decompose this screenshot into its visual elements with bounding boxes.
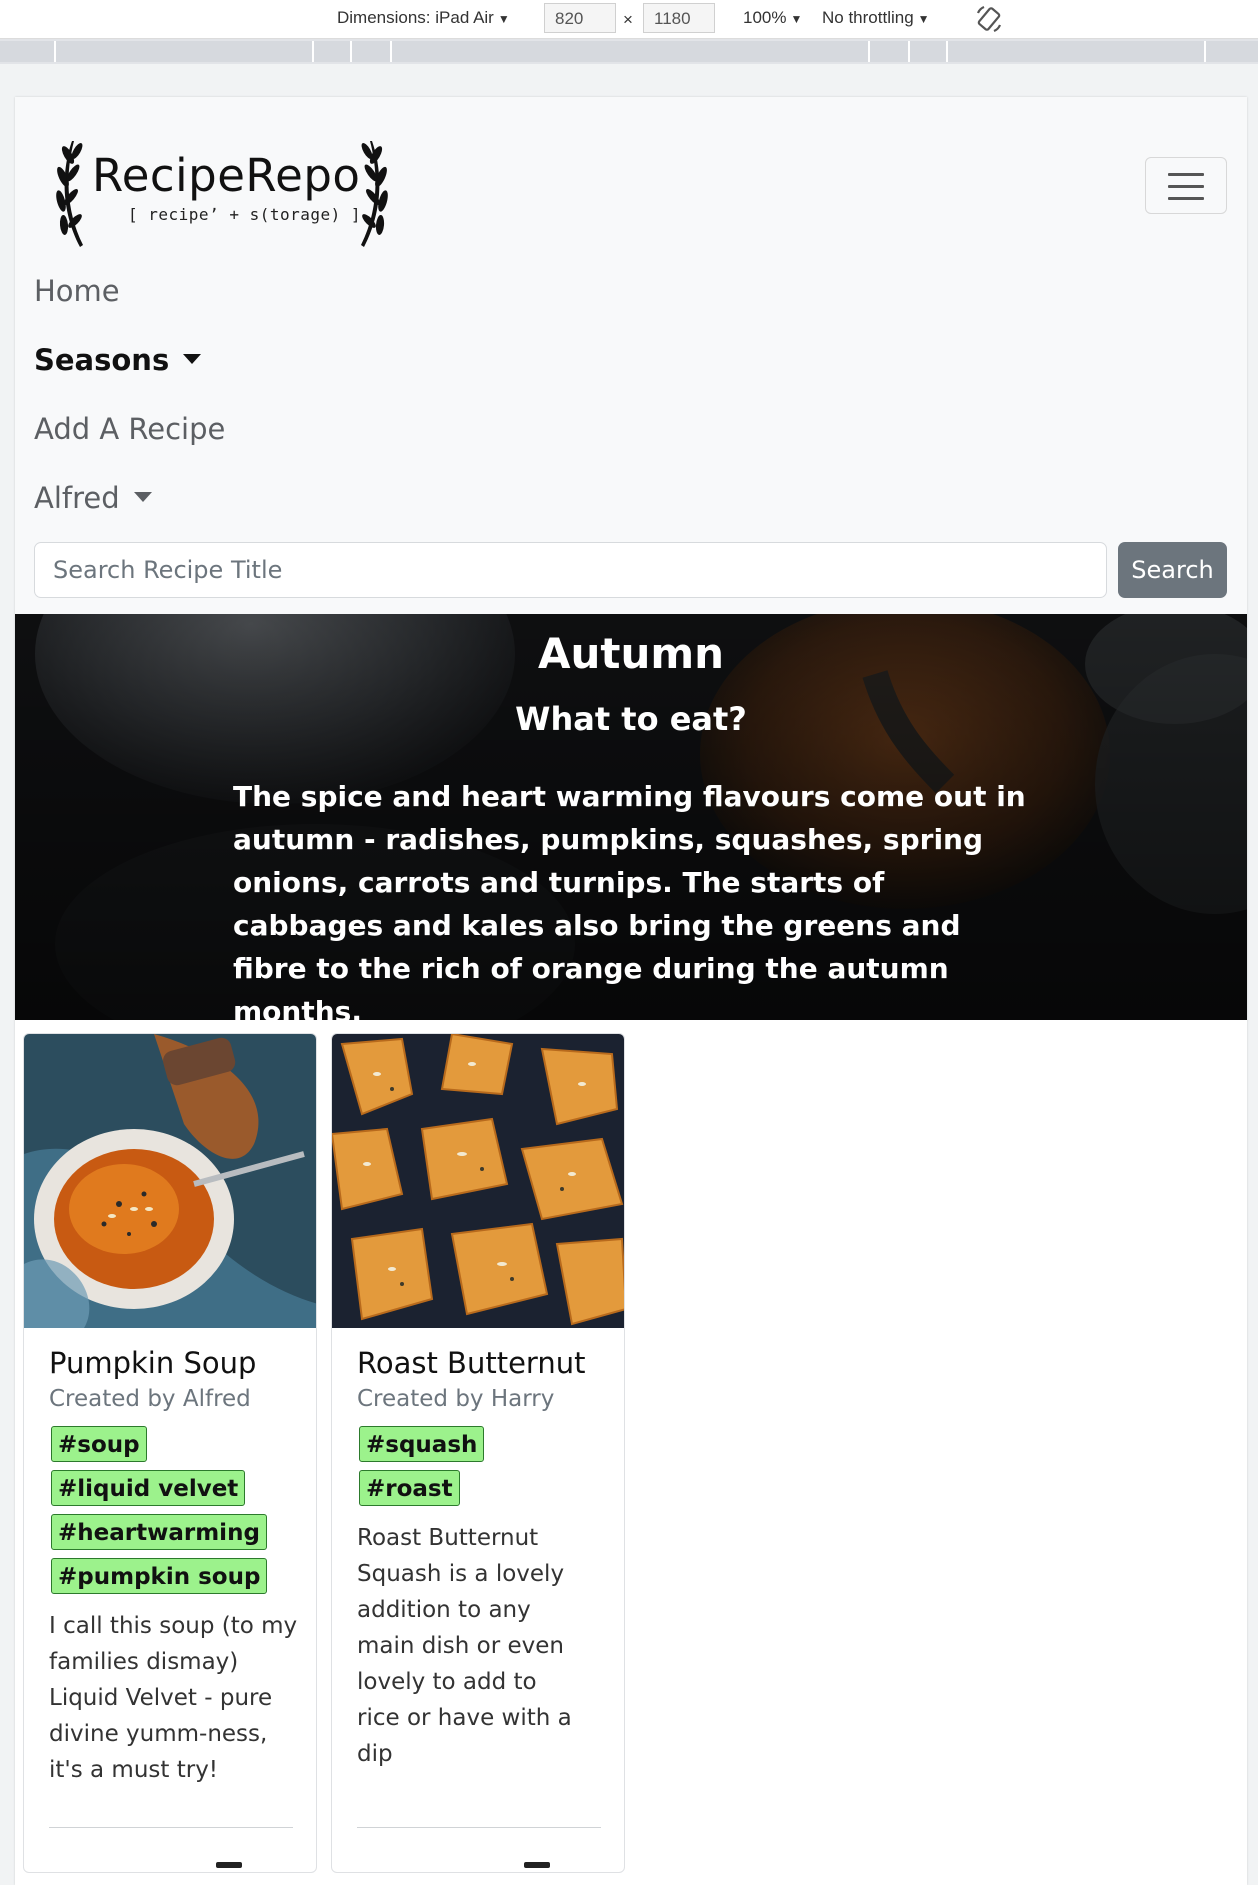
ruler-tick — [908, 41, 910, 62]
season-hero: Autumn What to eat? The spice and heart … — [15, 614, 1247, 1020]
recipe-card[interactable]: Pumpkin Soup Created by Alfred #soup #li… — [23, 1033, 317, 1873]
recipe-image[interactable] — [332, 1034, 625, 1328]
card-action-icon[interactable] — [524, 1862, 550, 1868]
recipe-description: I call this soup (to my families dismay)… — [49, 1613, 298, 1783]
nav-label: Add A Recipe — [34, 412, 226, 446]
dimension-separator: × — [623, 10, 633, 29]
recipe-description: Roast Butternut Squash is a lovely addit… — [357, 1525, 572, 1767]
card-divider — [49, 1827, 293, 1828]
season-subtitle: What to eat? — [515, 700, 747, 738]
zoom-label: 100% — [743, 8, 787, 27]
nav-label: Home — [34, 274, 120, 308]
recipe-card[interactable]: Roast Butternut Created by Harry #squash… — [331, 1033, 625, 1873]
height-input[interactable]: 1180 — [643, 3, 715, 33]
search-button[interactable]: Search — [1118, 542, 1227, 598]
throttling-label: No throttling — [822, 8, 914, 27]
tag-badge[interactable]: #heartwarming — [51, 1514, 267, 1550]
dimensions-dropdown[interactable]: Dimensions: iPad Air ▼ — [337, 8, 510, 28]
nav-link-home[interactable]: Home — [15, 257, 1247, 326]
caret-down-icon: ▼ — [790, 12, 803, 26]
brand-title[interactable]: RecipeRepo — [92, 149, 360, 202]
recipe-author: Created by Harry — [357, 1386, 555, 1412]
caret-down-icon — [133, 492, 152, 502]
tag-badge[interactable]: #pumpkin soup — [51, 1558, 268, 1594]
nav-link-user-menu[interactable]: Alfred — [15, 464, 1247, 533]
recipe-author: Created by Alfred — [49, 1386, 251, 1412]
width-input[interactable]: 820 — [544, 3, 616, 33]
page-viewport: RecipeRepo [ recipeʼ + s(torage) ] Home … — [15, 97, 1247, 1885]
brand-area: RecipeRepo [ recipeʼ + s(torage) ] — [15, 97, 1247, 257]
season-description: The spice and heart warming flavours com… — [233, 780, 1026, 1020]
card-body: Roast Butternut Created by Harry #squash… — [357, 1344, 607, 1772]
search-form: Search — [15, 542, 1247, 602]
nav-link-add-recipe[interactable]: Add A Recipe — [15, 395, 1247, 464]
ruler-tick — [946, 41, 948, 62]
card-divider — [357, 1827, 601, 1828]
zoom-dropdown[interactable]: 100% ▼ — [743, 8, 802, 28]
ruler-track — [0, 41, 1258, 62]
tag-list: #soup #liquid velvet #heartwarming #pump… — [49, 1426, 279, 1602]
devtools-toolbar: Dimensions: iPad Air ▼ 820 × 1180 100% ▼ N… — [0, 0, 1258, 39]
media-query-ruler — [0, 39, 1258, 64]
recipe-title[interactable]: Pumpkin Soup — [49, 1344, 299, 1382]
recipe-card-grid: Pumpkin Soup Created by Alfred #soup #li… — [15, 1020, 1247, 1873]
ruler-tick — [390, 41, 392, 62]
hamburger-line — [1168, 173, 1204, 176]
ruler-tick — [312, 41, 314, 62]
caret-down-icon: ▼ — [497, 12, 510, 26]
dimensions-label: Dimensions: iPad Air — [337, 8, 494, 27]
caret-down-icon: ▼ — [917, 12, 930, 26]
navbar: RecipeRepo [ recipeʼ + s(torage) ] Home … — [15, 97, 1247, 614]
recipe-image[interactable] — [24, 1034, 317, 1328]
hamburger-line — [1168, 185, 1204, 188]
ruler-tick — [1204, 41, 1206, 62]
ruler-tick — [868, 41, 870, 62]
rotate-icon[interactable] — [974, 4, 1004, 34]
tag-badge[interactable]: #liquid velvet — [51, 1470, 246, 1506]
navbar-toggler-button[interactable] — [1145, 157, 1227, 214]
recipe-title[interactable]: Roast Butternut — [357, 1344, 607, 1382]
nav-label: Alfred — [34, 481, 120, 515]
ruler-tick — [54, 41, 56, 62]
hamburger-line — [1168, 197, 1204, 200]
tag-badge[interactable]: #squash — [359, 1426, 485, 1462]
card-body: Pumpkin Soup Created by Alfred #soup #li… — [49, 1344, 299, 1788]
caret-down-icon — [183, 354, 202, 364]
card-action-icon[interactable] — [216, 1862, 242, 1868]
nav-label: Seasons — [34, 343, 170, 377]
brand-subtitle: [ recipeʼ + s(torage) ] — [128, 205, 362, 224]
search-input[interactable] — [34, 542, 1107, 598]
tag-badge[interactable]: #soup — [51, 1426, 147, 1462]
nav-link-seasons[interactable]: Seasons — [15, 326, 1247, 395]
throttling-dropdown[interactable]: No throttling ▼ — [822, 8, 930, 28]
tag-list: #squash #roast — [357, 1426, 587, 1514]
tag-badge[interactable]: #roast — [359, 1470, 460, 1506]
ruler-tick — [350, 41, 352, 62]
season-title: Autumn — [537, 629, 725, 678]
